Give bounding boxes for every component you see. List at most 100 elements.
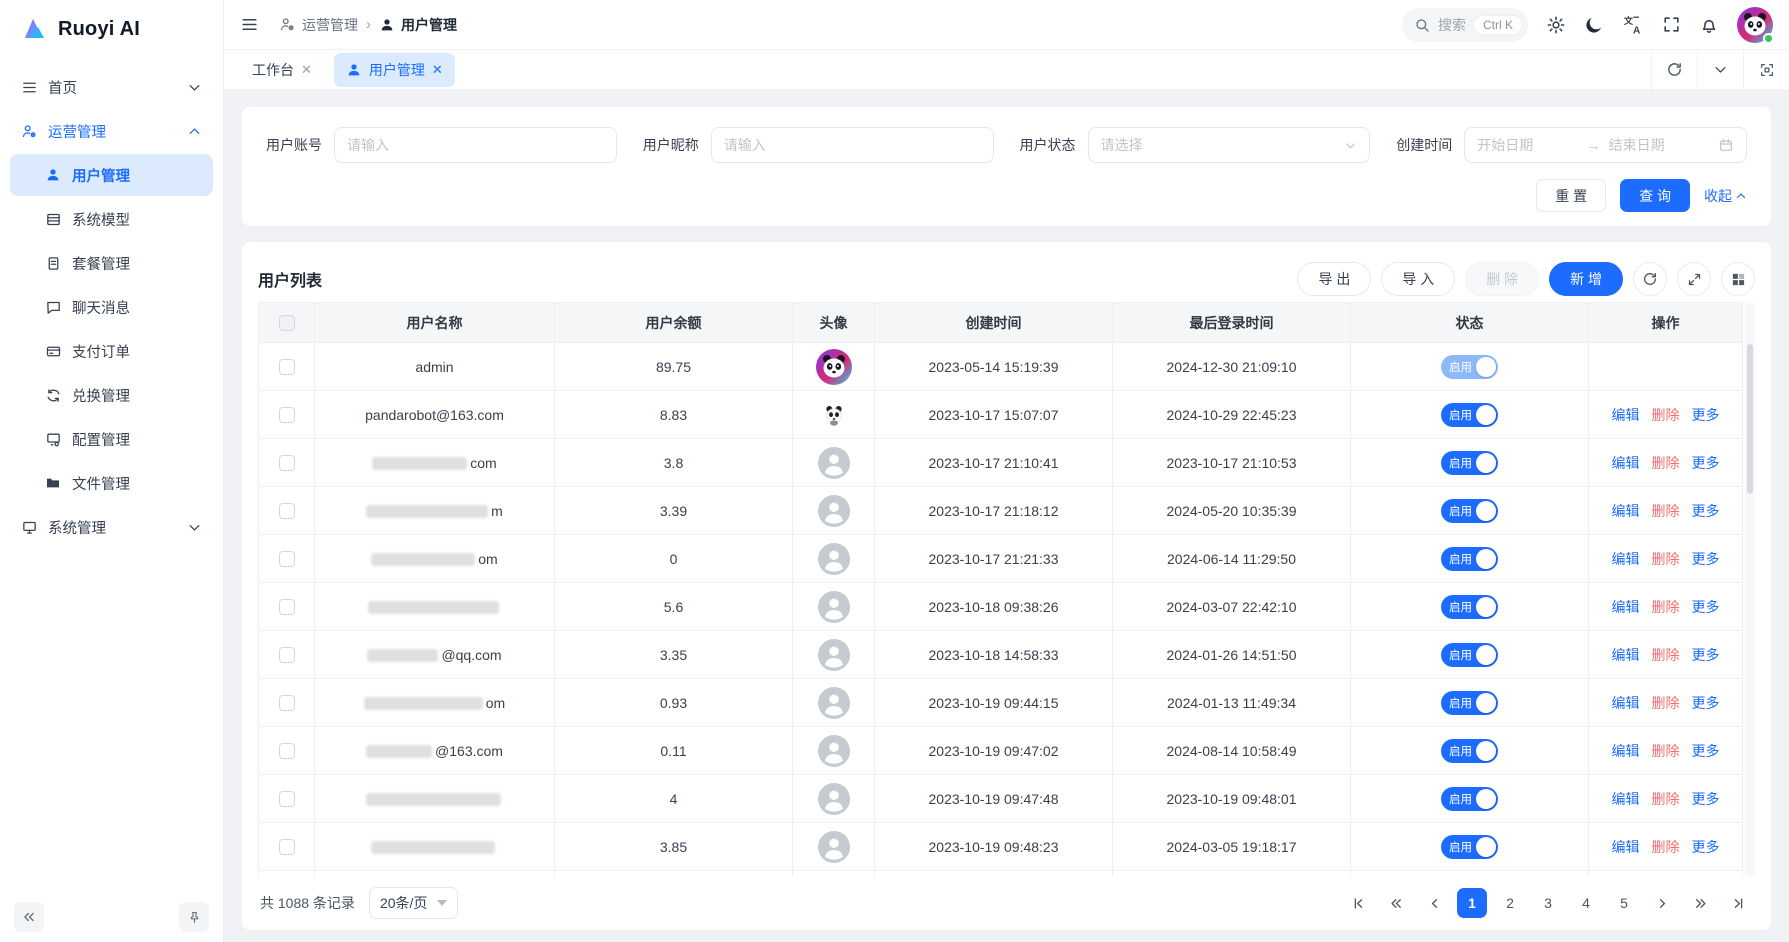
first-page-button[interactable] — [1343, 888, 1373, 918]
sidebar-pin-button[interactable] — [179, 902, 209, 932]
hamburger-menu-button[interactable] — [240, 15, 259, 34]
edit-link[interactable]: 编辑 — [1612, 455, 1640, 471]
user-avatar[interactable] — [1737, 7, 1773, 43]
notifications-button[interactable] — [1699, 15, 1719, 35]
row-checkbox[interactable] — [279, 791, 295, 807]
table-scrollbar[interactable] — [1745, 302, 1755, 876]
edit-link[interactable]: 编辑 — [1612, 551, 1640, 567]
delete-link[interactable]: 删除 — [1652, 503, 1680, 519]
row-checkbox[interactable] — [279, 503, 295, 519]
delete-link[interactable]: 删除 — [1652, 551, 1680, 567]
refresh-table-button[interactable] — [1633, 262, 1667, 296]
status-toggle[interactable]: 启用 — [1441, 355, 1498, 379]
page-5-button[interactable]: 5 — [1609, 888, 1639, 918]
last-page-button[interactable] — [1723, 888, 1753, 918]
delete-link[interactable]: 删除 — [1652, 407, 1680, 423]
edit-link[interactable]: 编辑 — [1612, 647, 1640, 663]
sidebar-item-config-management[interactable]: 配置管理 — [10, 418, 213, 460]
status-select[interactable]: 请选择 — [1088, 127, 1371, 163]
sidebar-item-system-management[interactable]: 系统管理 — [10, 506, 213, 548]
global-search[interactable]: 搜索 Ctrl K — [1402, 8, 1528, 42]
delete-link[interactable]: 删除 — [1652, 647, 1680, 663]
sidebar-item-package-management[interactable]: 套餐管理 — [10, 242, 213, 284]
more-link[interactable]: 更多 — [1692, 647, 1720, 663]
sidebar-collapse-button[interactable] — [14, 902, 44, 932]
delete-link[interactable]: 删除 — [1652, 455, 1680, 471]
status-toggle[interactable]: 启用 — [1441, 643, 1498, 667]
status-toggle[interactable]: 启用 — [1441, 595, 1498, 619]
sidebar-item-operations[interactable]: 运营管理 — [10, 110, 213, 152]
more-link[interactable]: 更多 — [1692, 407, 1720, 423]
delete-link[interactable]: 删除 — [1652, 743, 1680, 759]
row-checkbox[interactable] — [279, 599, 295, 615]
edit-link[interactable]: 编辑 — [1612, 407, 1640, 423]
column-settings-button[interactable] — [1721, 262, 1755, 296]
more-link[interactable]: 更多 — [1692, 839, 1720, 855]
date-range-picker[interactable]: 开始日期 → 结束日期 — [1464, 127, 1747, 163]
sidebar-item-exchange-management[interactable]: 兑换管理 — [10, 374, 213, 416]
translate-button[interactable]: 文A — [1622, 14, 1644, 36]
more-link[interactable]: 更多 — [1692, 455, 1720, 471]
status-toggle[interactable]: 启用 — [1441, 451, 1498, 475]
sidebar-item-home[interactable]: 首页 — [10, 66, 213, 108]
delete-link[interactable]: 删除 — [1652, 791, 1680, 807]
more-link[interactable]: 更多 — [1692, 743, 1720, 759]
maximize-content-button[interactable] — [1743, 50, 1789, 89]
close-icon[interactable]: ✕ — [432, 63, 443, 76]
search-button[interactable]: 查 询 — [1620, 179, 1690, 212]
delete-link[interactable]: 删除 — [1652, 839, 1680, 855]
sidebar-item-chat-messages[interactable]: 聊天消息 — [10, 286, 213, 328]
table-fullscreen-button[interactable] — [1677, 262, 1711, 296]
import-button[interactable]: 导 入 — [1381, 262, 1455, 296]
row-checkbox[interactable] — [279, 839, 295, 855]
edit-link[interactable]: 编辑 — [1612, 695, 1640, 711]
page-2-button[interactable]: 2 — [1495, 888, 1525, 918]
edit-link[interactable]: 编辑 — [1612, 743, 1640, 759]
sidebar-item-user-management[interactable]: 用户管理 — [10, 154, 213, 196]
tab-options-button[interactable] — [1697, 50, 1743, 89]
select-all-checkbox[interactable] — [279, 315, 295, 331]
close-icon[interactable]: ✕ — [301, 63, 312, 76]
row-checkbox[interactable] — [279, 743, 295, 759]
more-link[interactable]: 更多 — [1692, 503, 1720, 519]
tab-user-management[interactable]: 用户管理 ✕ — [334, 53, 455, 87]
status-toggle[interactable]: 启用 — [1441, 403, 1498, 427]
dark-mode-button[interactable] — [1584, 15, 1604, 35]
status-toggle[interactable]: 启用 — [1441, 499, 1498, 523]
status-toggle[interactable]: 启用 — [1441, 787, 1498, 811]
refresh-page-button[interactable] — [1651, 50, 1697, 89]
tab-workbench[interactable]: 工作台 ✕ — [240, 53, 324, 87]
breadcrumb-operations[interactable]: 运营管理 — [279, 15, 358, 35]
next-page-button[interactable] — [1647, 888, 1677, 918]
reset-button[interactable]: 重 置 — [1536, 179, 1606, 212]
row-checkbox[interactable] — [279, 407, 295, 423]
status-toggle[interactable]: 启用 — [1441, 547, 1498, 571]
status-toggle[interactable]: 启用 — [1441, 739, 1498, 763]
row-checkbox[interactable] — [279, 455, 295, 471]
add-button[interactable]: 新 增 — [1549, 262, 1623, 296]
edit-link[interactable]: 编辑 — [1612, 791, 1640, 807]
more-link[interactable]: 更多 — [1692, 551, 1720, 567]
status-toggle[interactable]: 启用 — [1441, 835, 1498, 859]
page-4-button[interactable]: 4 — [1571, 888, 1601, 918]
edit-link[interactable]: 编辑 — [1612, 599, 1640, 615]
row-checkbox[interactable] — [279, 695, 295, 711]
breadcrumb-user-management[interactable]: 用户管理 — [379, 15, 457, 35]
row-checkbox[interactable] — [279, 359, 295, 375]
sidebar-item-file-management[interactable]: 文件管理 — [10, 462, 213, 504]
jump-forward-button[interactable] — [1685, 888, 1715, 918]
row-checkbox[interactable] — [279, 647, 295, 663]
account-input[interactable] — [334, 127, 617, 163]
sidebar-item-payment-orders[interactable]: 支付订单 — [10, 330, 213, 372]
page-size-select[interactable]: 20条/页 — [369, 887, 458, 919]
status-toggle[interactable]: 启用 — [1441, 691, 1498, 715]
edit-link[interactable]: 编辑 — [1612, 503, 1640, 519]
collapse-filter-link[interactable]: 收起 — [1704, 186, 1747, 206]
page-1-button[interactable]: 1 — [1457, 888, 1487, 918]
sidebar-item-system-model[interactable]: 系统模型 — [10, 198, 213, 240]
jump-back-button[interactable] — [1381, 888, 1411, 918]
delete-link[interactable]: 删除 — [1652, 599, 1680, 615]
export-button[interactable]: 导 出 — [1297, 262, 1371, 296]
row-checkbox[interactable] — [279, 551, 295, 567]
delete-link[interactable]: 删除 — [1652, 695, 1680, 711]
